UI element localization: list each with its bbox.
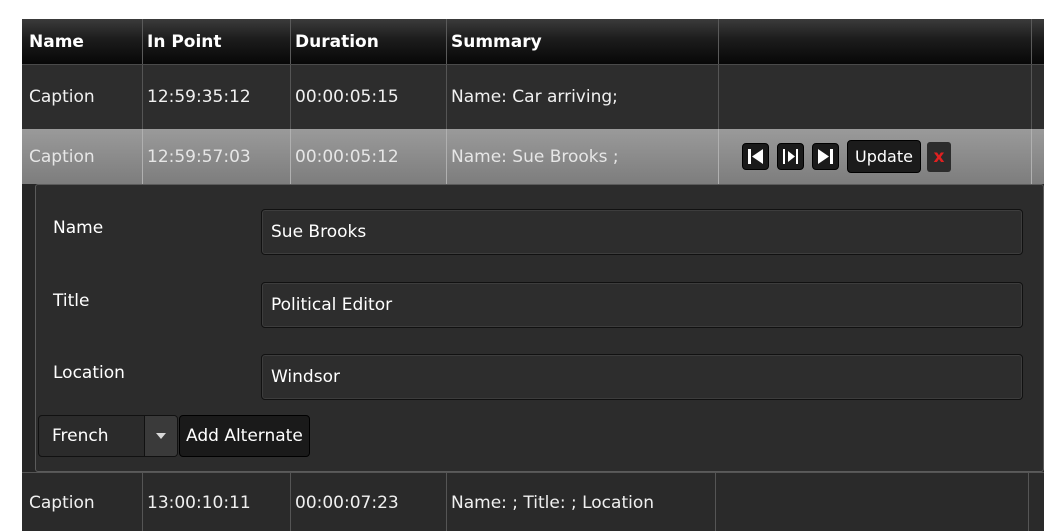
row-duration: 00:00:05:15: [291, 65, 447, 129]
table-row-selected[interactable]: Caption 12:59:57:03 00:00:05:12 Name: Su…: [22, 129, 1044, 184]
row-in-point: 12:59:35:12: [143, 65, 291, 129]
row-in-point: 12:59:57:03: [143, 129, 291, 184]
row-summary: Name: Car arriving;: [447, 65, 719, 129]
language-value: French: [52, 426, 109, 446]
table-row[interactable]: Caption 13:00:10:11 00:00:07:23 Name: ; …: [22, 472, 1044, 531]
step-icon[interactable]: [777, 143, 804, 170]
chevron-down-icon[interactable]: [144, 416, 177, 456]
row-name: Caption: [22, 65, 143, 129]
location-field[interactable]: Windsor: [261, 354, 1023, 400]
caption-editor-panel: Name Sue Brooks Title Political Editor L…: [35, 184, 1044, 472]
delete-icon[interactable]: x: [926, 141, 951, 172]
row-in-point: 13:00:10:11: [143, 473, 291, 531]
column-header-in-point[interactable]: In Point: [143, 19, 291, 64]
skip-to-end-icon[interactable]: [812, 143, 839, 170]
name-label: Name: [53, 218, 104, 238]
caption-list-panel: Name In Point Duration Summary Caption 1…: [22, 19, 1044, 531]
row-summary: Name: ; Title: ; Location: [447, 473, 716, 531]
table-header: Name In Point Duration Summary: [22, 19, 1044, 64]
row-spacer: [1029, 473, 1041, 531]
title-field[interactable]: Political Editor: [261, 282, 1023, 328]
skip-to-start-icon[interactable]: [742, 143, 769, 170]
title-label: Title: [53, 291, 90, 311]
row-spacer: [1032, 65, 1044, 129]
add-alternate-button[interactable]: Add Alternate: [179, 415, 310, 457]
update-button[interactable]: Update: [847, 140, 921, 173]
location-label: Location: [53, 363, 125, 383]
row-duration: 00:00:07:23: [291, 473, 447, 531]
column-header-actions: [719, 19, 1032, 64]
name-field[interactable]: Sue Brooks: [261, 209, 1023, 255]
table-row[interactable]: Caption 12:59:35:12 00:00:05:15 Name: Ca…: [22, 64, 1044, 129]
row-spacer: [1032, 129, 1044, 184]
language-select[interactable]: French: [38, 415, 178, 457]
row-summary: Name: Sue Brooks ;: [447, 129, 719, 184]
row-actions: [716, 473, 1029, 531]
row-actions: Update x: [719, 129, 1032, 184]
column-header-duration[interactable]: Duration: [291, 19, 447, 64]
row-actions: [719, 65, 1032, 129]
row-name: Caption: [22, 129, 143, 184]
column-header-summary[interactable]: Summary: [447, 19, 719, 64]
column-header-name[interactable]: Name: [22, 19, 143, 64]
row-duration: 00:00:05:12: [291, 129, 447, 184]
row-name: Caption: [22, 473, 143, 531]
column-header-spacer: [1032, 19, 1044, 64]
